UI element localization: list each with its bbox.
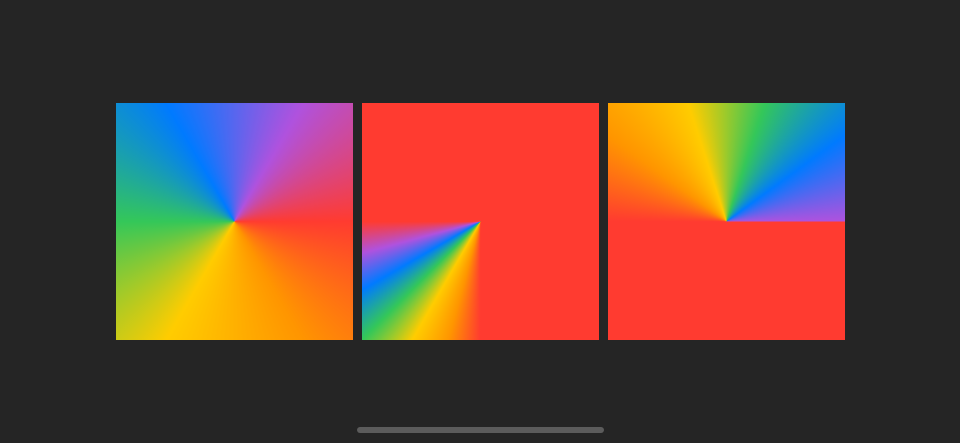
angular-gradient-full-swatch (116, 103, 353, 340)
home-indicator[interactable] (357, 427, 604, 433)
screen (0, 0, 960, 443)
angular-gradient-partial-swatch (362, 103, 599, 340)
angular-gradient-reversed-partial-swatch (608, 103, 845, 340)
